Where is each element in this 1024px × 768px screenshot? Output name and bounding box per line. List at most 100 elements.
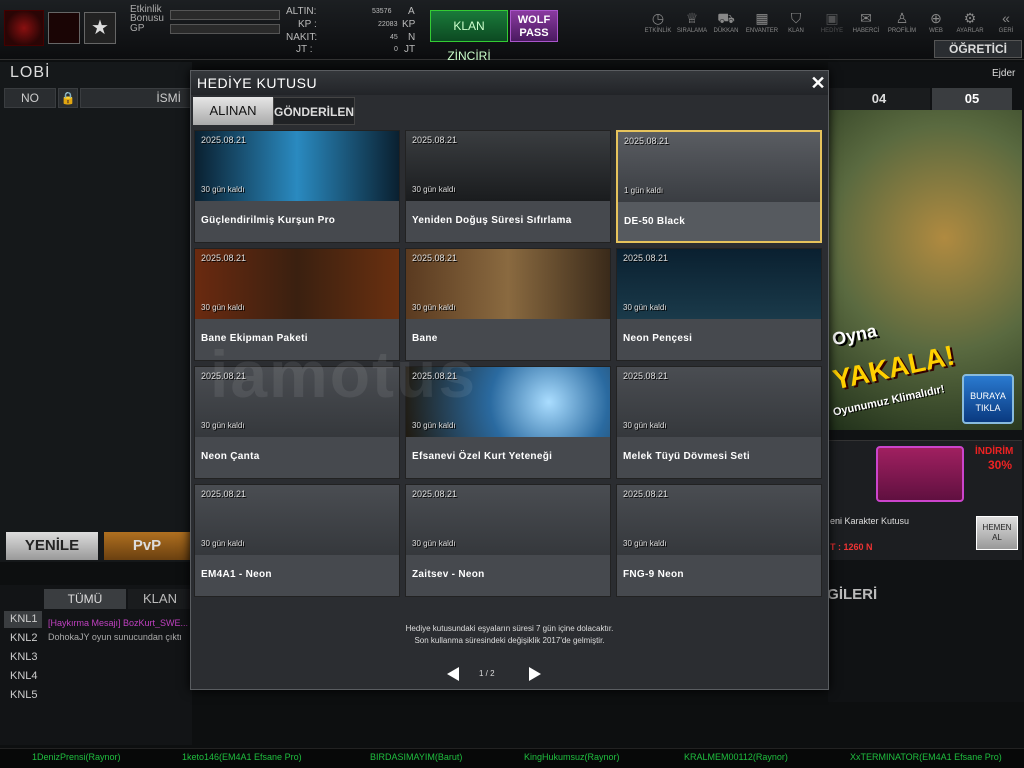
channel-knl3[interactable]: KNL3 <box>4 649 42 666</box>
tab-received[interactable]: ALINAN <box>193 97 273 125</box>
nav-label: HABERCİ <box>852 28 880 34</box>
nav-profile[interactable]: ♙ PROFİLİM <box>884 10 920 34</box>
discount-percent: 30% <box>988 458 1013 472</box>
gift-remaining: 30 gün kaldı <box>412 303 456 312</box>
gift-date: 2025.08.21 <box>412 253 458 263</box>
ticker-player: KingHukumsuz(Raynor) <box>524 752 620 762</box>
pvp-button[interactable]: PvP <box>104 532 190 560</box>
nav-inventory[interactable]: ▦ ENVANTER <box>744 10 780 34</box>
gift-card[interactable]: 2025.08.21 30 gün kaldı Efsanevi Özel Ku… <box>405 366 611 479</box>
wolf-pass-button[interactable]: WOLF PASS <box>510 10 558 42</box>
top-bar: ★ Etkinlik Bonusu GP ALTIN: 53576 A KP :… <box>0 0 1024 63</box>
gift-card[interactable]: 2025.08.21 30 gün kaldı FNG-9 Neon <box>616 484 822 597</box>
tab-05[interactable]: 05 <box>932 88 1012 110</box>
tab-sent[interactable]: GÖNDERİLEN <box>273 97 355 125</box>
gift-icon: ▣ <box>825 10 839 26</box>
nav-web[interactable]: ⊕ WEB <box>918 10 954 34</box>
lobby-title: LOBİ <box>10 64 51 81</box>
buy-now-button[interactable]: HEMEN AL <box>976 516 1018 550</box>
cart-icon: ⛟ <box>717 10 735 26</box>
medal-icon: ♕ <box>685 10 699 26</box>
gift-card[interactable]: 2025.08.21 30 gün kaldı Yeniden Doğuş Sü… <box>405 130 611 243</box>
nav-label: PROFİLİM <box>887 28 917 34</box>
back-icon: « <box>1002 10 1010 26</box>
lobby-panel <box>0 62 192 562</box>
gift-name: EM4A1 - Neon <box>201 569 272 580</box>
gift-remaining: 30 gün kaldı <box>201 303 245 312</box>
expiry-notice-line2: Son kullanma süresindeki değişiklik 2017… <box>414 636 605 645</box>
star-icon[interactable]: ★ <box>84 12 116 44</box>
channel-knl4[interactable]: KNL4 <box>4 668 42 685</box>
lock-icon[interactable]: 🔒 <box>58 88 78 108</box>
shield-icon: ⛉ <box>790 10 802 26</box>
nav-label: KLAN <box>788 28 804 34</box>
tab-04[interactable]: 04 <box>828 88 930 110</box>
chat-message: DohokaJY oyun sunucundan çıktı <box>48 632 182 642</box>
gift-remaining: 30 gün kaldı <box>623 539 667 548</box>
nav-shop[interactable]: ⛟ DÜKKAN <box>708 10 744 34</box>
gift-card[interactable]: 2025.08.21 30 gün kaldı Zaitsev - Neon <box>405 484 611 597</box>
nav-label: ENVANTER <box>745 28 779 34</box>
gift-card-selected[interactable]: 2025.08.21 1 gün kaldı DE-50 Black <box>616 130 822 243</box>
expiry-notice-line1: Hediye kutusundaki eşyaların süresi 7 gü… <box>405 624 614 633</box>
nav-ranking[interactable]: ♕ SIRALAMA <box>674 10 710 34</box>
tutorial-button[interactable]: ÖĞRETİCİ <box>934 40 1022 58</box>
gift-card[interactable]: 2025.08.21 30 gün kaldı Neon Çanta <box>194 366 400 479</box>
chat-tab-all[interactable]: TÜMÜ <box>44 589 126 609</box>
expiry-notice: Hediye kutusundaki eşyaların süresi 7 gü… <box>191 623 828 647</box>
currency-label: ALTIN: <box>286 6 317 17</box>
prev-page-icon[interactable] <box>447 667 459 681</box>
chat-message: [Haykırma Mesajı] BozKurt_SWE... <box>48 618 189 628</box>
profile-icon: ♙ <box>895 10 909 26</box>
currency-label: NAKIT: <box>286 32 318 43</box>
gift-card[interactable]: 2025.08.21 30 gün kaldı Güçlendirilmiş K… <box>194 130 400 243</box>
currency-label: JT : <box>296 44 313 55</box>
channel-knl1[interactable]: KNL1 <box>4 611 42 628</box>
gift-remaining: 30 gün kaldı <box>201 421 245 430</box>
channel-knl2[interactable]: KNL2 <box>4 630 42 647</box>
gift-card[interactable]: 2025.08.21 30 gün kaldı Melek Tüyü Dövme… <box>616 366 822 479</box>
nav-back[interactable]: « GERİ <box>988 10 1024 34</box>
clan-emblem[interactable] <box>48 12 80 44</box>
ticker-player: 1DenizPrensi(Raynor) <box>32 752 121 762</box>
gift-date: 2025.08.21 <box>623 371 669 381</box>
gift-name: Efsanevi Özel Kurt Yeteneği <box>412 451 553 462</box>
username: Ejder <box>992 68 1016 79</box>
ticker-player: KRALMEM00112(Raynor) <box>684 752 788 762</box>
gift-card[interactable]: 2025.08.21 30 gün kaldı EM4A1 - Neon <box>194 484 400 597</box>
nav-settings[interactable]: ⚙ AYARLAR <box>952 10 988 34</box>
close-icon[interactable]: ✕ <box>809 73 827 93</box>
next-page-icon[interactable] <box>529 667 541 681</box>
nav-clan[interactable]: ⛉ KLAN <box>778 10 814 34</box>
dialog-title: HEDİYE KUTUSU <box>191 71 828 95</box>
refresh-button[interactable]: YENİLE <box>6 532 98 560</box>
gift-remaining: 30 gün kaldı <box>412 539 456 548</box>
page-indicator: 1 / 2 <box>479 669 495 678</box>
gift-card[interactable]: 2025.08.21 30 gün kaldı Bane Ekipman Pak… <box>194 248 400 361</box>
gift-card[interactable]: 2025.08.21 30 gün kaldı Bane <box>405 248 611 361</box>
inventory-icon: ▦ <box>755 10 769 26</box>
gift-name: Neon Pençesi <box>623 333 693 344</box>
gift-name: Güçlendirilmiş Kurşun Pro <box>201 215 336 226</box>
col-name[interactable]: İSMİ <box>80 88 192 108</box>
nav-label: AYARLAR <box>956 28 984 34</box>
gift-remaining: 1 gün kaldı <box>624 186 664 195</box>
nav-label: ETKİNLİK <box>644 28 672 34</box>
nav-gift[interactable]: ▣ HEDİYE <box>814 10 850 34</box>
gp-label: GP <box>130 23 145 34</box>
chat-tab-clan[interactable]: KLAN <box>128 589 192 609</box>
gift-name: DE-50 Black <box>624 216 686 227</box>
gift-card[interactable]: 2025.08.21 30 gün kaldı Neon Pençesi <box>616 248 822 361</box>
click-here-button[interactable]: BURAYA TIKLA <box>962 374 1014 424</box>
currency-panel: ALTIN: 53576 A KP : 22083 KP NAKIT: 45 N… <box>286 6 420 58</box>
clan-chain-button[interactable]: KLAN ZİNCİRİ <box>430 10 508 63</box>
nav-messenger[interactable]: ✉ HABERCİ <box>848 10 884 34</box>
gift-date: 2025.08.21 <box>201 135 247 145</box>
col-no[interactable]: NO <box>4 88 56 108</box>
wolf-pass-line2: PASS <box>519 27 549 39</box>
gift-date: 2025.08.21 <box>623 253 669 263</box>
channel-knl5[interactable]: KNL5 <box>4 687 42 704</box>
currency-value: 22083 <box>378 21 398 28</box>
gift-date: 2025.08.21 <box>201 371 247 381</box>
nav-event[interactable]: ◷ ETKİNLİK <box>640 10 676 34</box>
